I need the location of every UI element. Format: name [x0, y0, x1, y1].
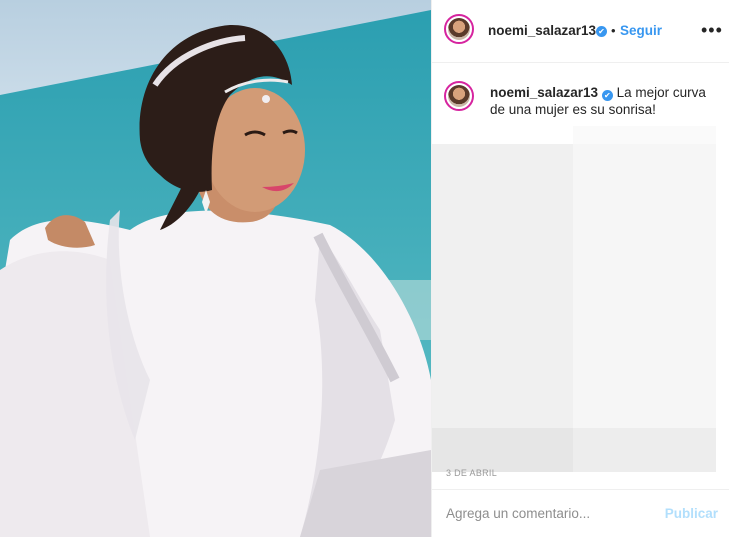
comment-bar: Agrega un comentario... Publicar [432, 489, 729, 537]
comments-loading-area [432, 126, 729, 472]
caption-username[interactable]: noemi_salazar13 [490, 85, 598, 100]
post-date[interactable]: 3 DE ABRIL [446, 468, 497, 478]
post-header: noemi_salazar13 ✔ • Seguir ••• [432, 0, 729, 63]
publish-button[interactable]: Publicar [665, 506, 718, 521]
header-separator: • [611, 23, 616, 38]
header-avatar[interactable] [444, 14, 474, 44]
comment-input[interactable]: Agrega un comentario... [446, 506, 590, 521]
more-options-icon[interactable]: ••• [701, 20, 723, 41]
header-username[interactable]: noemi_salazar13 [488, 23, 596, 38]
caption-avatar[interactable] [444, 81, 474, 111]
post-caption: noemi_salazar13 ✔ La mejor curva de una … [490, 84, 720, 118]
post-side-panel: noemi_salazar13 ✔ • Seguir ••• noemi_sal… [431, 0, 729, 537]
verified-badge-icon: ✔ [596, 26, 607, 37]
follow-button[interactable]: Seguir [620, 23, 662, 38]
post-photo[interactable] [0, 0, 431, 537]
caption-verified-badge-icon: ✔ [601, 90, 613, 101]
post-image [0, 0, 431, 537]
